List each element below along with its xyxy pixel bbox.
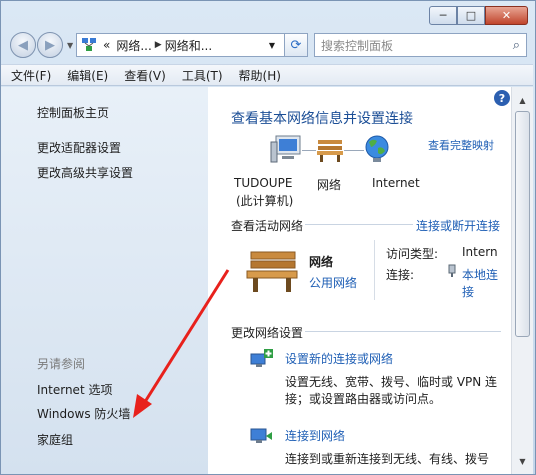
scrollbar-thumb[interactable]	[515, 111, 530, 337]
task-connect-network-link[interactable]: 连接到网络	[285, 427, 345, 444]
network-center-icon	[82, 38, 96, 51]
map-node-computer-sublabel: (此计算机)	[236, 194, 294, 208]
search-icon[interactable]: ⌕	[513, 38, 520, 53]
back-button[interactable]: ◀	[10, 32, 36, 58]
ethernet-icon	[448, 264, 456, 277]
map-connector	[302, 150, 316, 151]
connection-label: 连接:	[386, 268, 415, 282]
new-connection-icon	[250, 349, 273, 367]
map-node-computer-label: TUDOUPE	[234, 176, 293, 190]
task-new-connection-desc-1: 设置无线、宽带、拨号、临时或 VPN 连	[285, 375, 498, 389]
task-connect-network-desc-1: 连接到或重新连接到无线、有线、拨号	[285, 452, 490, 466]
section-divider	[305, 331, 501, 332]
change-settings-label: 更改网络设置	[231, 326, 304, 340]
sidebar-item-homegroup[interactable]: 家庭组	[37, 431, 73, 448]
connection-value-link[interactable]: 本地连	[462, 266, 498, 283]
sidebar-item-internet-options[interactable]: Internet 选项	[37, 381, 112, 398]
close-button[interactable]: ✕	[485, 6, 528, 25]
vertical-scrollbar[interactable]: ▲ ▼	[511, 87, 533, 474]
map-connector	[344, 150, 364, 151]
bench-icon	[246, 251, 298, 292]
see-also-header: 另请参阅	[37, 357, 86, 371]
menu-bar: 文件(F) 编辑(E) 查看(V) 工具(T) 帮助(H)	[1, 64, 533, 86]
computer-icon[interactable]	[270, 132, 302, 168]
address-dropdown-icon[interactable]: ▼	[269, 41, 275, 50]
task-new-connection-desc-2: 接；或设置路由器或访问点。	[285, 392, 442, 406]
maximize-button[interactable]: □	[457, 6, 485, 25]
active-networks-label: 查看活动网络	[231, 219, 304, 233]
sidebar-item-advanced-sharing[interactable]: 更改高级共享设置	[37, 164, 133, 181]
scroll-up-icon[interactable]: ▲	[515, 92, 530, 108]
connection-value-link-cont[interactable]: 接	[462, 283, 474, 300]
connect-network-icon	[250, 428, 272, 443]
minimize-button[interactable]: ─	[429, 6, 457, 25]
breadcrumb-network-internet[interactable]: 网络...	[116, 37, 151, 54]
access-type-value: Interne	[462, 245, 498, 259]
search-placeholder: 搜索控制面板	[321, 38, 394, 53]
breadcrumb-network-sharing[interactable]: 网络和...	[165, 37, 212, 54]
breadcrumb-separator-icon[interactable]: ▶	[155, 40, 162, 50]
network-type-link[interactable]: 公用网络	[309, 274, 357, 291]
scroll-down-icon[interactable]: ▼	[515, 453, 530, 469]
network-info-separator	[374, 240, 375, 300]
view-full-map-link[interactable]: 查看完整映射	[428, 137, 494, 153]
map-node-network-label: 网络	[317, 178, 342, 192]
menu-file[interactable]: 文件(F)	[11, 67, 51, 84]
window-controls: ─ □ ✕	[429, 6, 528, 25]
access-type-label: 访问类型:	[386, 247, 439, 261]
recent-pages-dropdown[interactable]: ▼	[67, 41, 73, 50]
sidebar-item-windows-firewall[interactable]: Windows 防火墙	[37, 405, 130, 422]
section-divider	[305, 224, 413, 225]
menu-view[interactable]: 查看(V)	[124, 67, 166, 84]
page-title: 查看基本网络信息并设置连接	[231, 111, 413, 127]
menu-tools[interactable]: 工具(T)	[182, 67, 223, 84]
menu-edit[interactable]: 编辑(E)	[67, 67, 108, 84]
menu-help[interactable]: 帮助(H)	[239, 67, 281, 84]
sidebar-item-adapter-settings[interactable]: 更改适配器设置	[37, 139, 121, 156]
connect-disconnect-link[interactable]: 连接或断开连接	[416, 217, 500, 234]
help-icon[interactable]: ?	[494, 90, 510, 106]
refresh-button[interactable]: ⟳	[284, 33, 308, 57]
navigation-buttons: ◀ ▶ ▼	[10, 32, 73, 58]
globe-icon[interactable]	[363, 134, 391, 164]
bench-icon[interactable]	[316, 136, 344, 162]
sidebar-item-control-panel-home[interactable]: 控制面板主页	[37, 104, 109, 121]
forward-button[interactable]: ▶	[37, 32, 63, 58]
address-prefix[interactable]: «	[103, 38, 110, 52]
task-new-connection-link[interactable]: 设置新的连接或网络	[285, 350, 393, 367]
network-name: 网络	[309, 255, 334, 269]
sidebar: 控制面板主页 更改适配器设置 更改高级共享设置 另请参阅 Internet 选项…	[1, 87, 208, 474]
map-node-internet-label: Internet	[372, 176, 420, 190]
search-input[interactable]: 搜索控制面板 ⌕	[314, 33, 527, 57]
address-bar[interactable]: « 网络... ▶ 网络和... ▼	[76, 33, 306, 57]
